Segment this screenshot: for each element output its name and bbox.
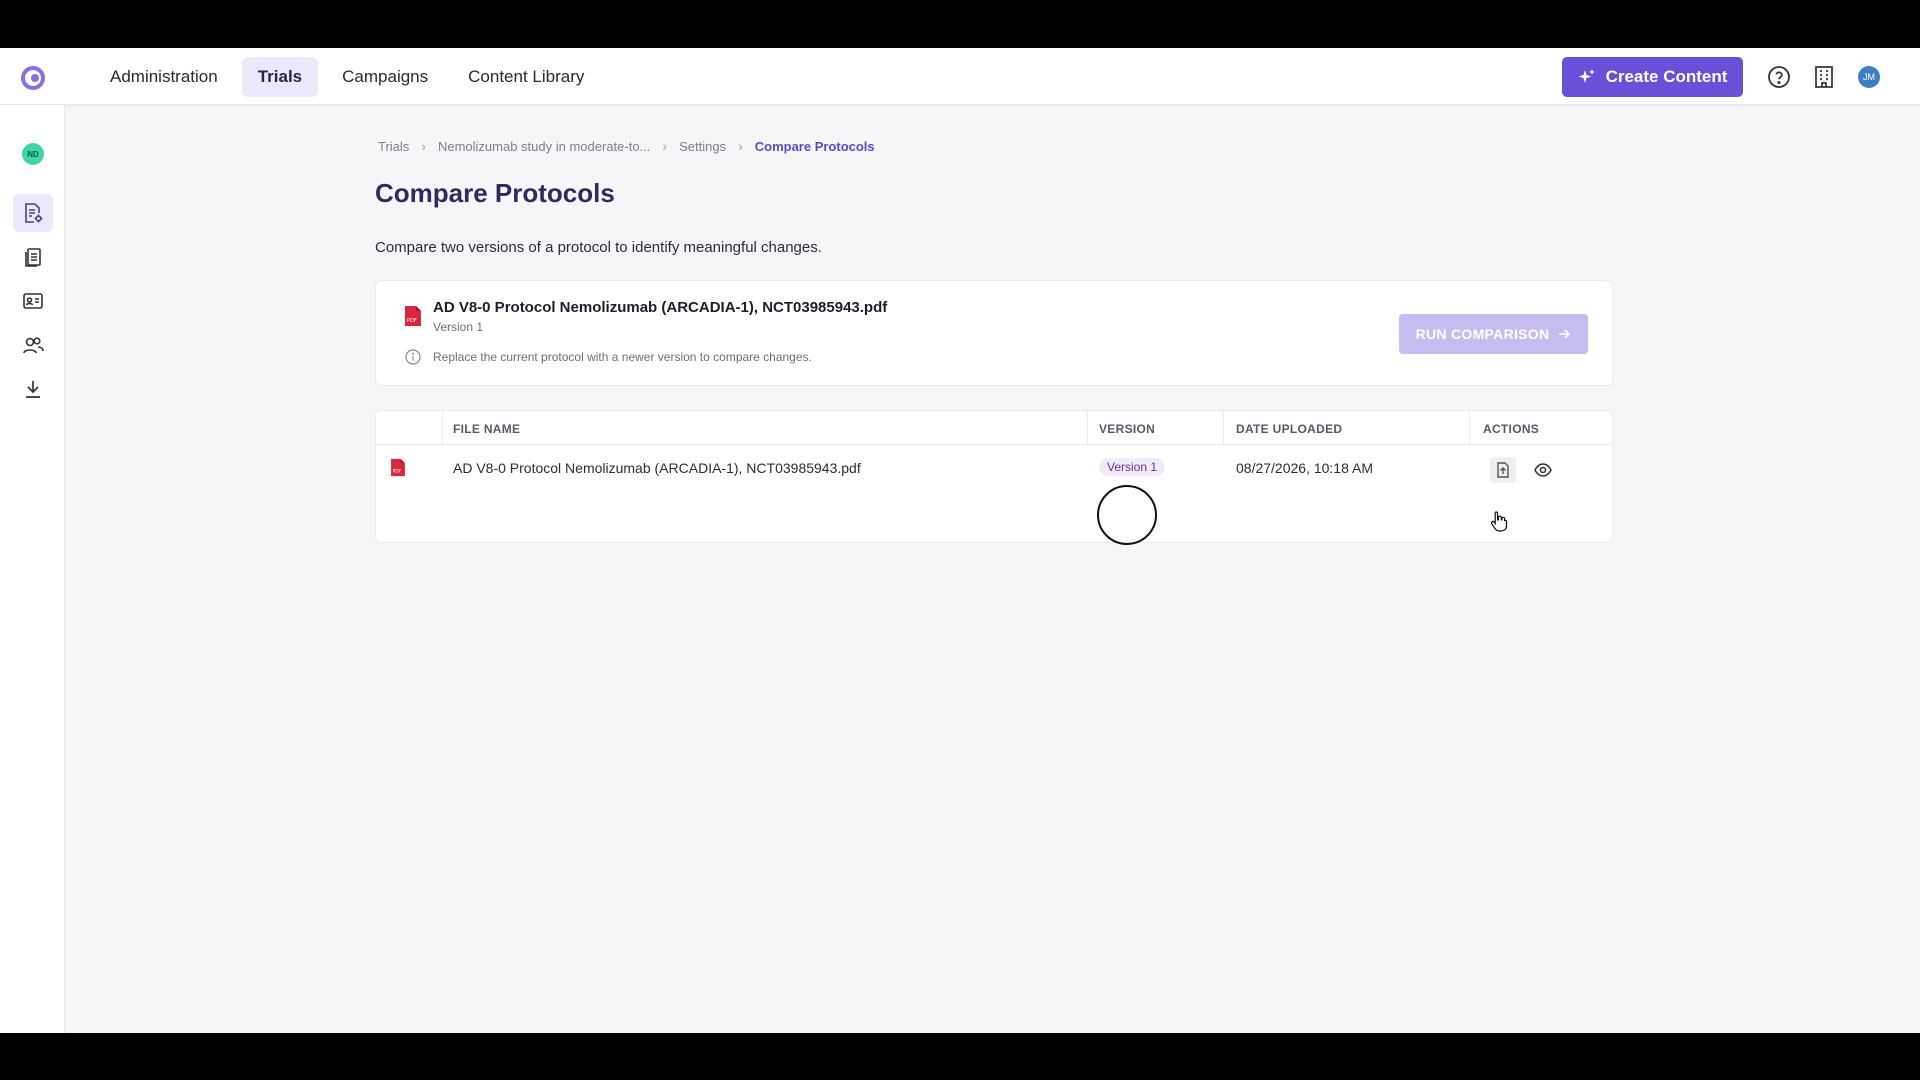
header-date-uploaded: DATE UPLOADED (1236, 422, 1343, 436)
replace-file-button[interactable] (1490, 457, 1516, 483)
click-indicator (1097, 485, 1157, 545)
chevron-right-icon: › (421, 138, 426, 154)
breadcrumb: Trials › Nemolizumab study in moderate-t… (378, 138, 875, 154)
nav-campaigns[interactable]: Campaigns (326, 57, 444, 97)
row-file-name: AD V8-0 Protocol Nemolizumab (ARCADIA-1)… (453, 460, 861, 476)
users-icon[interactable] (13, 326, 53, 364)
header-file-name: FILE NAME (453, 422, 521, 436)
hand-cursor-icon (1490, 511, 1508, 532)
building-icon[interactable] (1811, 64, 1837, 90)
run-comparison-label: RUN COMPARISON (1415, 326, 1550, 342)
chevron-right-icon: › (738, 138, 743, 154)
run-comparison-button[interactable]: RUN COMPARISON (1399, 314, 1588, 354)
help-icon[interactable] (1766, 64, 1792, 90)
page-title: Compare Protocols (375, 178, 615, 208)
upload-file-icon (1497, 462, 1509, 478)
breadcrumb-trial[interactable]: Nemolizumab study in moderate-to... (438, 139, 650, 154)
arrow-right-icon (1559, 329, 1571, 339)
app-logo-icon[interactable] (20, 65, 46, 91)
user-avatar[interactable]: JM (1858, 66, 1880, 88)
breadcrumb-settings[interactable]: Settings (679, 139, 726, 154)
id-card-icon[interactable] (13, 282, 53, 320)
pdf-file-icon: PDF (391, 458, 405, 477)
current-protocol-card: PDF AD V8-0 Protocol Nemolizumab (ARCADI… (375, 280, 1613, 386)
eye-icon (1534, 463, 1552, 477)
left-sidebar: ND (0, 105, 65, 1033)
svg-text:PDF: PDF (407, 318, 417, 324)
clipboard-copy-icon[interactable] (13, 238, 53, 276)
column-divider (442, 411, 443, 445)
table-header: FILE NAME VERSION DATE UPLOADED ACTIONS (376, 411, 1612, 445)
main-nav: Administration Trials Campaigns Content … (94, 57, 600, 97)
breadcrumb-trials[interactable]: Trials (378, 139, 409, 154)
replace-protocol-hint: Replace the current protocol with a newe… (433, 350, 812, 364)
protocol-version: Version 1 (433, 320, 484, 334)
chevron-right-icon: › (662, 138, 668, 154)
column-divider (1223, 411, 1224, 445)
sparkle-icon (1578, 69, 1595, 83)
version-badge: Version 1 (1099, 458, 1166, 476)
nav-content-library[interactable]: Content Library (452, 57, 600, 97)
app-screen: Administration Trials Campaigns Content … (0, 48, 1920, 1033)
create-content-button[interactable]: Create Content (1562, 57, 1743, 97)
nav-trials[interactable]: Trials (241, 57, 319, 97)
pdf-file-icon: PDF (405, 306, 421, 326)
row-date-uploaded: 08/27/2026, 10:18 AM (1236, 460, 1373, 476)
table-row: PDF AD V8-0 Protocol Nemolizumab (ARCADI… (376, 445, 1612, 493)
nav-administration[interactable]: Administration (94, 57, 234, 97)
header-actions: ACTIONS (1483, 422, 1540, 436)
create-content-label: Create Content (1605, 67, 1728, 86)
info-icon (405, 349, 421, 365)
header-version: VERSION (1099, 422, 1156, 436)
page-subtitle: Compare two versions of a protocol to id… (375, 239, 822, 256)
view-file-button[interactable] (1530, 457, 1556, 483)
svg-text:PDF: PDF (393, 469, 402, 475)
breadcrumb-current: Compare Protocols (754, 138, 875, 154)
protocol-files-table: FILE NAME VERSION DATE UPLOADED ACTIONS … (375, 410, 1613, 543)
trial-avatar[interactable]: ND (22, 143, 44, 165)
top-navigation-bar: Administration Trials Campaigns Content … (0, 48, 1920, 105)
download-icon[interactable] (13, 370, 53, 408)
column-divider (1469, 411, 1470, 445)
protocol-file-name: AD V8-0 Protocol Nemolizumab (ARCADIA-1)… (433, 299, 888, 316)
column-divider (1087, 411, 1088, 445)
trial-settings-icon[interactable] (13, 194, 53, 232)
